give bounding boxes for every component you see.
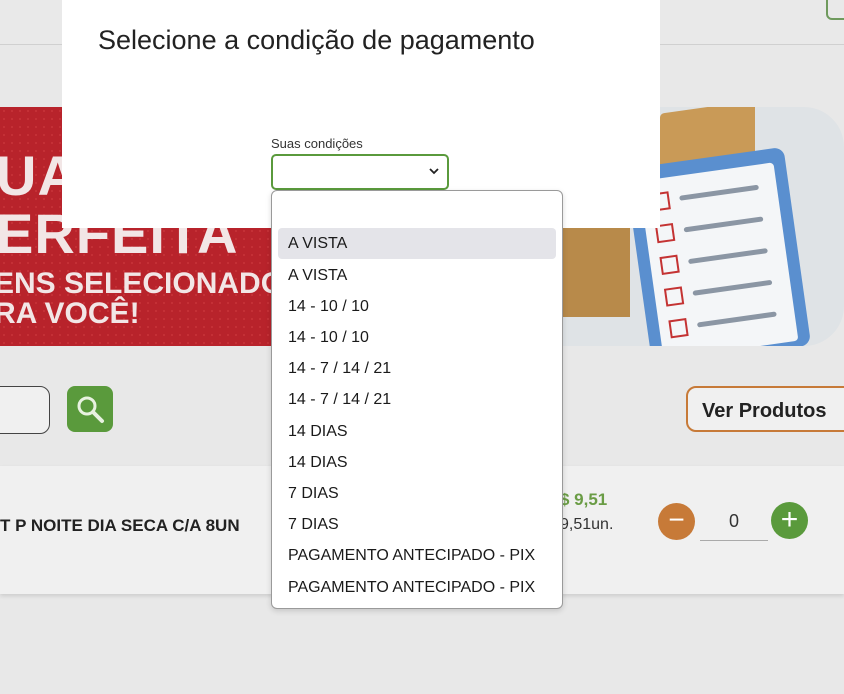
payment-condition-select[interactable] xyxy=(271,154,449,190)
dropdown-option[interactable]: 14 - 10 / 10 xyxy=(278,322,556,353)
dropdown-option[interactable]: 7 DIAS xyxy=(278,509,556,540)
product-name: T P NOITE DIA SECA C/A 8UN xyxy=(0,516,240,535)
check-icon xyxy=(663,286,685,307)
payment-condition-dropdown: A VISTA A VISTA 14 - 10 / 10 14 - 10 / 1… xyxy=(271,190,563,609)
dropdown-option[interactable]: 14 - 7 / 14 / 21 xyxy=(278,353,556,384)
checklist-line xyxy=(679,184,760,201)
dropdown-option[interactable]: A VISTA xyxy=(278,228,556,259)
dropdown-option[interactable]: 14 DIAS xyxy=(278,447,556,478)
checklist-line xyxy=(683,216,764,233)
top-right-button[interactable] xyxy=(826,0,844,20)
quantity-field[interactable]: 0 xyxy=(700,503,768,541)
search-button[interactable] xyxy=(67,386,113,432)
search-input[interactable] xyxy=(0,386,50,434)
select-label: Suas condições xyxy=(271,136,363,151)
chevron-down-icon xyxy=(429,168,439,175)
checklist-paper xyxy=(638,162,799,346)
banner-line-3: ENS SELECIONADO xyxy=(0,267,285,300)
check-icon xyxy=(659,254,680,275)
dropdown-option[interactable]: 7 DIAS xyxy=(278,478,556,509)
product-unit-price: 9,51un. xyxy=(560,516,614,533)
dropdown-option[interactable]: 14 DIAS xyxy=(278,416,556,447)
checklist-line xyxy=(696,311,777,328)
dropdown-option[interactable] xyxy=(278,197,556,228)
magnifier-icon xyxy=(77,396,104,423)
increase-quantity-button[interactable]: + xyxy=(771,502,808,539)
decrease-quantity-button[interactable]: − xyxy=(658,503,695,540)
checklist-line xyxy=(688,248,768,265)
dropdown-option[interactable]: PAGAMENTO ANTECIPADO - PIX xyxy=(278,572,556,603)
checklist-line xyxy=(692,279,773,296)
banner-line-4: RA VOCÊ! xyxy=(0,297,140,330)
dropdown-option[interactable]: PAGAMENTO ANTECIPADO - PIX xyxy=(278,540,556,571)
dropdown-option[interactable]: A VISTA xyxy=(278,260,556,291)
dropdown-option[interactable]: 14 - 7 / 14 / 21 xyxy=(278,384,556,415)
product-price: $ 9,51 xyxy=(560,490,608,509)
check-icon xyxy=(668,318,689,339)
view-products-button[interactable]: Ver Produtos xyxy=(686,386,844,432)
dropdown-option[interactable]: 14 - 10 / 10 xyxy=(278,291,556,322)
plus-icon: + xyxy=(780,503,799,536)
packages-image xyxy=(560,217,630,317)
modal-title: Selecione a condição de pagamento xyxy=(98,25,535,55)
minus-icon: − xyxy=(668,504,685,535)
